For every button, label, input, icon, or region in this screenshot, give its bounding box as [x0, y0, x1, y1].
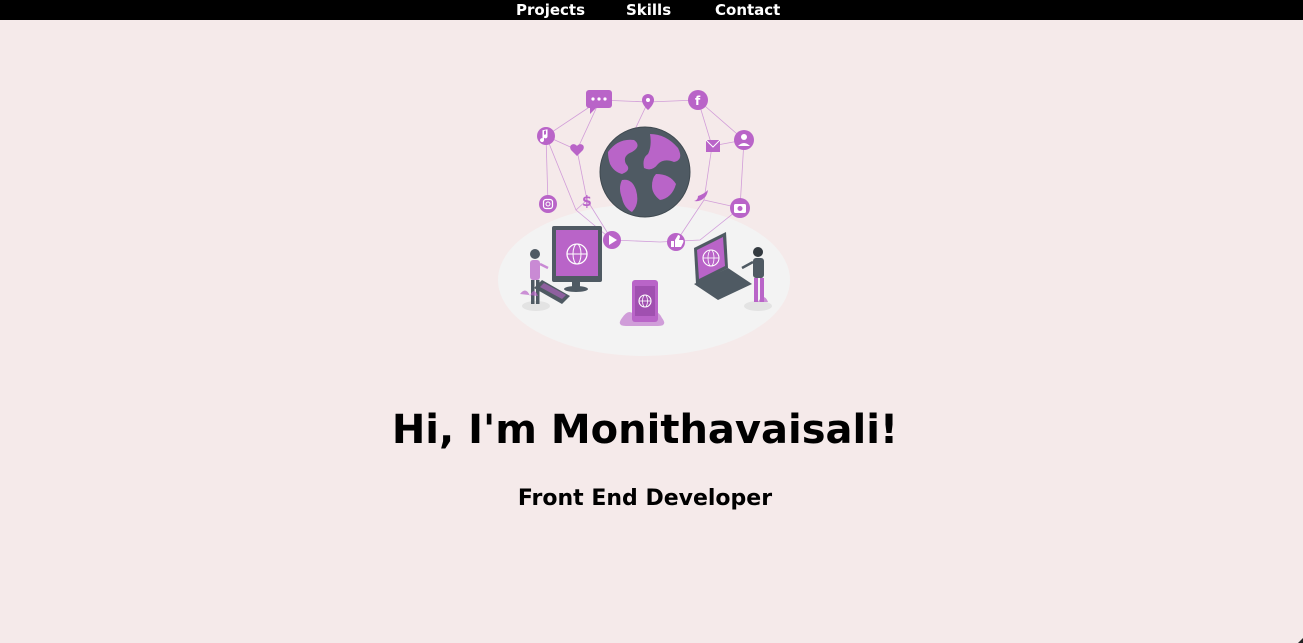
hero-title: Hi, I'm Monithavaisali!: [391, 407, 899, 453]
like-icon: [667, 233, 685, 251]
heart-icon: [570, 144, 584, 156]
globe-icon: [599, 126, 691, 218]
hero-subtitle: Front End Developer: [517, 486, 773, 511]
user-icon: [734, 130, 754, 150]
top-navbar: Projects Skills Contact: [0, 0, 1303, 20]
camera-icon: [730, 198, 750, 218]
nav-link-skills[interactable]: Skills: [626, 1, 671, 19]
chat-icon: [586, 90, 612, 114]
svg-text:f: f: [695, 94, 701, 108]
mail-icon: [705, 139, 721, 152]
global-network-illustration: f $: [498, 90, 790, 356]
twitter-icon: [694, 190, 708, 202]
nav-link-projects[interactable]: Projects: [516, 1, 585, 19]
facebook-icon: f: [688, 90, 708, 110]
window-resize-corner: [1298, 638, 1303, 643]
location-pin-icon: [642, 94, 654, 110]
instagram-icon: [539, 195, 557, 213]
play-icon: [603, 231, 621, 249]
hero-illustration: f $: [490, 82, 800, 362]
dollar-icon: $: [582, 194, 592, 210]
nav-link-contact[interactable]: Contact: [715, 1, 780, 19]
music-note-icon: [537, 127, 555, 145]
svg-text:$: $: [582, 194, 592, 210]
